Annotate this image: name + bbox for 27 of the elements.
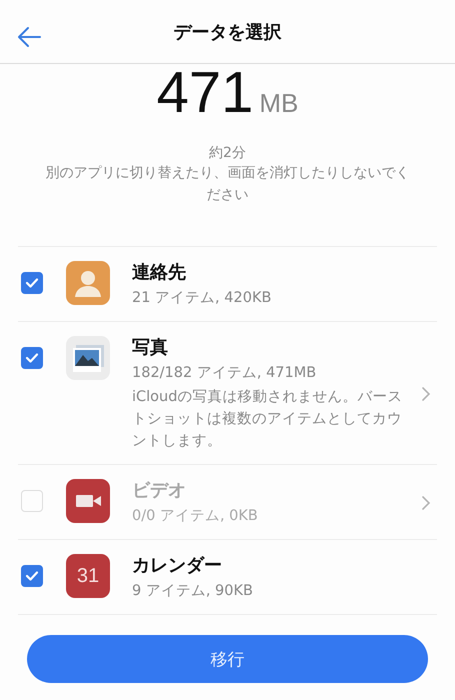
checkmark-icon bbox=[25, 277, 39, 289]
data-size: 471 bbox=[156, 60, 254, 126]
video-camera-app-icon bbox=[66, 479, 110, 523]
screen-title: データを選択 bbox=[174, 20, 282, 44]
item-name: カレンダー bbox=[132, 554, 223, 578]
item-detail: 0/0 アイテム, 0KB bbox=[132, 507, 259, 526]
item-name: 写真 bbox=[132, 336, 169, 360]
contacts-app-icon bbox=[66, 261, 110, 305]
notice-text: 別のアプリに切り替えたり、画面を消灯したりしないでください bbox=[44, 164, 410, 205]
item-detail: 9 アイテム, 90KB bbox=[132, 582, 254, 601]
item-detail: 182/182 アイテム, 471MB bbox=[132, 364, 318, 383]
checkmark-icon bbox=[25, 570, 39, 582]
checkbox[interactable] bbox=[21, 272, 43, 294]
transfer-button[interactable]: 移行 bbox=[27, 635, 428, 683]
item-name: 連絡先 bbox=[132, 261, 187, 285]
photos-app-icon bbox=[66, 336, 110, 380]
checkbox[interactable] bbox=[21, 565, 43, 587]
item-detail: 21 アイテム, 420KB bbox=[132, 289, 272, 308]
checkmark-icon bbox=[25, 352, 39, 364]
size-unit: MB bbox=[259, 88, 298, 119]
item-note: iCloudの写真は移動されません。バーストショットは複数のアイテムとしてカウントします。 bbox=[132, 388, 404, 451]
back-arrow-icon[interactable] bbox=[16, 26, 42, 48]
chevron-right-icon[interactable] bbox=[421, 386, 431, 402]
checkbox[interactable] bbox=[21, 347, 43, 369]
item-name: ビデオ bbox=[132, 479, 187, 503]
estimated-time: 約2分 bbox=[209, 144, 246, 162]
calendar-app-icon: 31 bbox=[66, 554, 110, 598]
